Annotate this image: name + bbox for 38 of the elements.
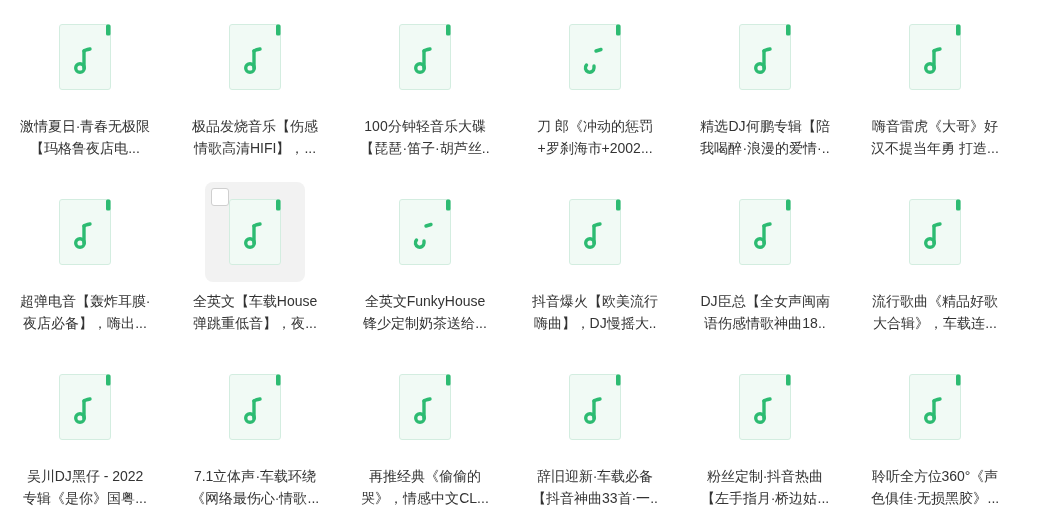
music-file-icon[interactable] [739, 374, 791, 440]
music-file-icon[interactable] [59, 374, 111, 440]
loading-music-file-icon[interactable] [569, 24, 621, 90]
file-name: 吴川DJ黑仔 - 2022 专辑《是你》国粤... [23, 467, 147, 508]
music-file-icon[interactable] [59, 24, 111, 90]
music-file-icon[interactable] [399, 374, 451, 440]
file-name: 激情夏日·青春无极限 【玛格鲁夜店电... [19, 117, 151, 158]
file-name: 辞旧迎新·车载必备 【抖音神曲33首·一.. [532, 467, 658, 508]
music-file-icon[interactable] [229, 199, 281, 265]
file-name: 抖音爆火【欧美流行 嗨曲】，DJ慢摇大.. [532, 292, 658, 333]
music-file-icon[interactable] [569, 374, 621, 440]
file-tile-highlight[interactable] [205, 182, 305, 282]
music-file-icon[interactable] [909, 199, 961, 265]
music-file-icon[interactable] [399, 24, 451, 90]
file-name: 刀 郎《冲动的惩罚 +罗刹海市+2002... [537, 117, 653, 158]
file-name: 再推经典《偷偷的 哭》，情感中文CL... [361, 467, 489, 508]
music-file-icon[interactable] [739, 199, 791, 265]
music-file-icon[interactable] [569, 199, 621, 265]
file-name: 嗨音雷虎《大哥》好 汉不提当年勇 打造... [871, 117, 999, 158]
music-file-icon[interactable] [909, 24, 961, 90]
file-name: 100分钟轻音乐大碟 【琵琶·笛子·胡芦丝.. [360, 117, 490, 158]
file-name: 全英文FunkyHouse 锋少定制奶茶送给... [363, 292, 487, 333]
music-file-icon[interactable] [229, 374, 281, 440]
music-file-icon[interactable] [59, 199, 111, 265]
file-name: 全英文【车载House 弹跳重低音】，夜... [192, 292, 318, 333]
music-file-icon[interactable] [229, 24, 281, 90]
file-name: 流行歌曲《精品好歌 大合辑》，车载连... [872, 292, 998, 333]
loading-music-file-icon[interactable] [399, 199, 451, 265]
file-name: 聆听全方位360°《声 色俱佳·无损黑胶》... [870, 467, 1000, 508]
file-name: 7.1立体声·车载环绕 《网络最伤心·情歌... [190, 467, 320, 508]
file-name: 极品发烧音乐【伤感 情歌高清HIFI】，... [192, 117, 318, 158]
file-name: 精选DJ何鹏专辑【陪 我喝醉·浪漫的爱情·.. [700, 117, 830, 158]
music-file-icon[interactable] [909, 374, 961, 440]
file-name: 粉丝定制·抖音热曲 【左手指月·桥边姑... [700, 467, 830, 508]
music-file-icon[interactable] [739, 24, 791, 90]
file-name: 超弹电音【轰炸耳膜· 夜店必备】，嗨出... [19, 292, 151, 333]
file-name: DJ臣总【全女声闽南 语伤感情歌神曲18.. [700, 292, 830, 333]
checkbox[interactable] [211, 188, 229, 206]
